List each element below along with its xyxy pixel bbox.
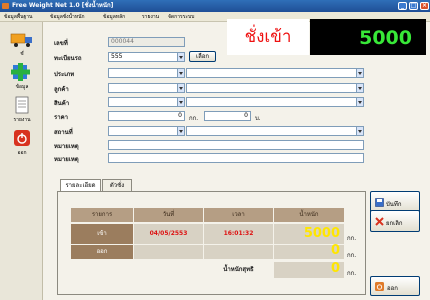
doc-no-field: 000044 bbox=[108, 37, 185, 47]
cancel-x-icon bbox=[375, 217, 384, 226]
price-amount-input[interactable]: 0 bbox=[204, 111, 251, 121]
price-amount-unit: บ. bbox=[255, 115, 261, 122]
price-label: ราคา bbox=[54, 114, 68, 121]
truck-icon bbox=[10, 33, 32, 47]
customer-label: ลูกค้า bbox=[54, 86, 69, 93]
save-label: บันทึก bbox=[386, 201, 402, 208]
sidebar-item-label: รายงาน bbox=[13, 117, 31, 123]
row-date bbox=[134, 245, 203, 259]
sidebar: ชั่ ข้อมูล รายงาน ออก bbox=[0, 22, 43, 300]
exit-button[interactable]: ออก bbox=[370, 276, 420, 296]
cancel-label: ยกเลิก bbox=[386, 220, 403, 227]
chevron-down-icon[interactable] bbox=[177, 53, 184, 61]
exit-label: ออก bbox=[387, 285, 398, 292]
sidebar-item-weigh[interactable]: ชั่ bbox=[7, 30, 37, 57]
menu-system[interactable]: จัดการระบบ bbox=[168, 12, 194, 22]
tab-scale[interactable]: ตัวชั่ง bbox=[102, 179, 132, 191]
row-time bbox=[204, 245, 273, 259]
col-header-item: รายการ bbox=[71, 208, 133, 222]
minimize-button[interactable]: _ bbox=[398, 2, 407, 10]
save-icon bbox=[375, 198, 384, 207]
product-combo[interactable] bbox=[108, 97, 185, 107]
row-date: 04/05/2553 bbox=[134, 224, 203, 244]
weight-in-value: 5000 bbox=[303, 226, 340, 241]
note2-input[interactable] bbox=[108, 153, 364, 163]
plate-label: ทะเบียนรถ bbox=[54, 55, 82, 62]
sidebar-item-label: ข้อมูล bbox=[15, 84, 29, 90]
price-unit: กก. bbox=[189, 115, 199, 122]
chevron-down-icon[interactable] bbox=[177, 98, 184, 106]
weight-display: 5000 bbox=[310, 19, 426, 55]
sidebar-item-exit[interactable]: ออก bbox=[7, 129, 37, 156]
col-header-date: วันที่ bbox=[134, 208, 203, 222]
power-icon bbox=[375, 282, 384, 291]
sidebar-item-report[interactable]: รายงาน bbox=[7, 96, 37, 123]
chevron-down-icon[interactable] bbox=[356, 127, 363, 135]
menu-report[interactable]: รายงาน bbox=[142, 12, 159, 22]
sidebar-item-label: ออก bbox=[17, 150, 27, 156]
tab-details[interactable]: รายละเอียด bbox=[60, 179, 101, 191]
chevron-down-icon[interactable] bbox=[177, 84, 184, 92]
note1-input[interactable] bbox=[108, 140, 364, 150]
row-item: เข้า bbox=[71, 224, 133, 244]
location-label: สถานที่ bbox=[54, 129, 73, 136]
plate-value: 555 bbox=[111, 53, 123, 60]
type-label: ประเภท bbox=[54, 71, 75, 78]
net-weight-label: น้ำหนักสุทธิ bbox=[223, 266, 254, 273]
plate-combo[interactable]: 555 bbox=[108, 52, 185, 62]
add-data-icon bbox=[11, 63, 30, 81]
menu-master-data[interactable]: ข้อมูลพื้นฐาน bbox=[4, 12, 32, 22]
app-icon bbox=[2, 3, 9, 9]
weigh-mode-heading: ชั่งเข้า bbox=[227, 19, 309, 55]
chevron-down-icon[interactable] bbox=[356, 69, 363, 77]
menu-weighing[interactable]: ข้อมูลชั่งน้ำหนัก bbox=[50, 12, 85, 22]
chevron-down-icon[interactable] bbox=[177, 69, 184, 77]
row-time: 16:01:32 bbox=[204, 224, 273, 244]
type-combo[interactable] bbox=[108, 68, 185, 78]
title-bar: Free Weight Net 1.0 [ชั่งน้ำหนัก] _ □ × bbox=[0, 0, 430, 12]
customer-combo[interactable] bbox=[108, 83, 185, 93]
note1-label: หมายเหตุ bbox=[54, 143, 79, 150]
product-label: สินค้า bbox=[54, 100, 70, 107]
weight-out-value: 0 bbox=[330, 243, 340, 258]
select-button[interactable]: เลือก bbox=[189, 51, 216, 62]
cancel-button[interactable]: ยกเลิก bbox=[370, 210, 420, 232]
col-header-time: เวลา bbox=[204, 208, 273, 222]
note2-label: หมายเหตุ bbox=[54, 156, 79, 163]
customer-name-combo[interactable] bbox=[186, 83, 364, 93]
close-button[interactable]: × bbox=[420, 2, 429, 10]
report-icon bbox=[15, 96, 29, 114]
power-icon bbox=[14, 130, 30, 146]
weight-in-unit: กก. bbox=[347, 235, 357, 242]
price-input[interactable]: 0 bbox=[108, 111, 185, 121]
maximize-button[interactable]: □ bbox=[409, 2, 418, 10]
location-combo[interactable] bbox=[108, 126, 185, 136]
type-detail-combo[interactable] bbox=[186, 68, 364, 78]
sidebar-item-data[interactable]: ข้อมูล bbox=[7, 63, 37, 90]
chevron-down-icon[interactable] bbox=[177, 127, 184, 135]
net-weight-value: 0 bbox=[330, 261, 340, 276]
location-name-combo[interactable] bbox=[186, 126, 364, 136]
chevron-down-icon[interactable] bbox=[356, 98, 363, 106]
menu-main-data[interactable]: ข้อมูลหลัก bbox=[103, 12, 125, 22]
product-name-combo[interactable] bbox=[186, 97, 364, 107]
doc-no-label: เลขที่ bbox=[54, 40, 68, 47]
window-title: Free Weight Net 1.0 [ชั่งน้ำหนัก] bbox=[12, 2, 114, 9]
sidebar-item-label: ชั่ bbox=[20, 51, 24, 57]
chevron-down-icon[interactable] bbox=[356, 84, 363, 92]
weight-out-unit: กก. bbox=[347, 252, 357, 259]
col-header-weight: น้ำหนัก bbox=[274, 208, 344, 222]
row-item: ออก bbox=[71, 245, 133, 259]
net-weight-unit: กก. bbox=[347, 270, 357, 277]
